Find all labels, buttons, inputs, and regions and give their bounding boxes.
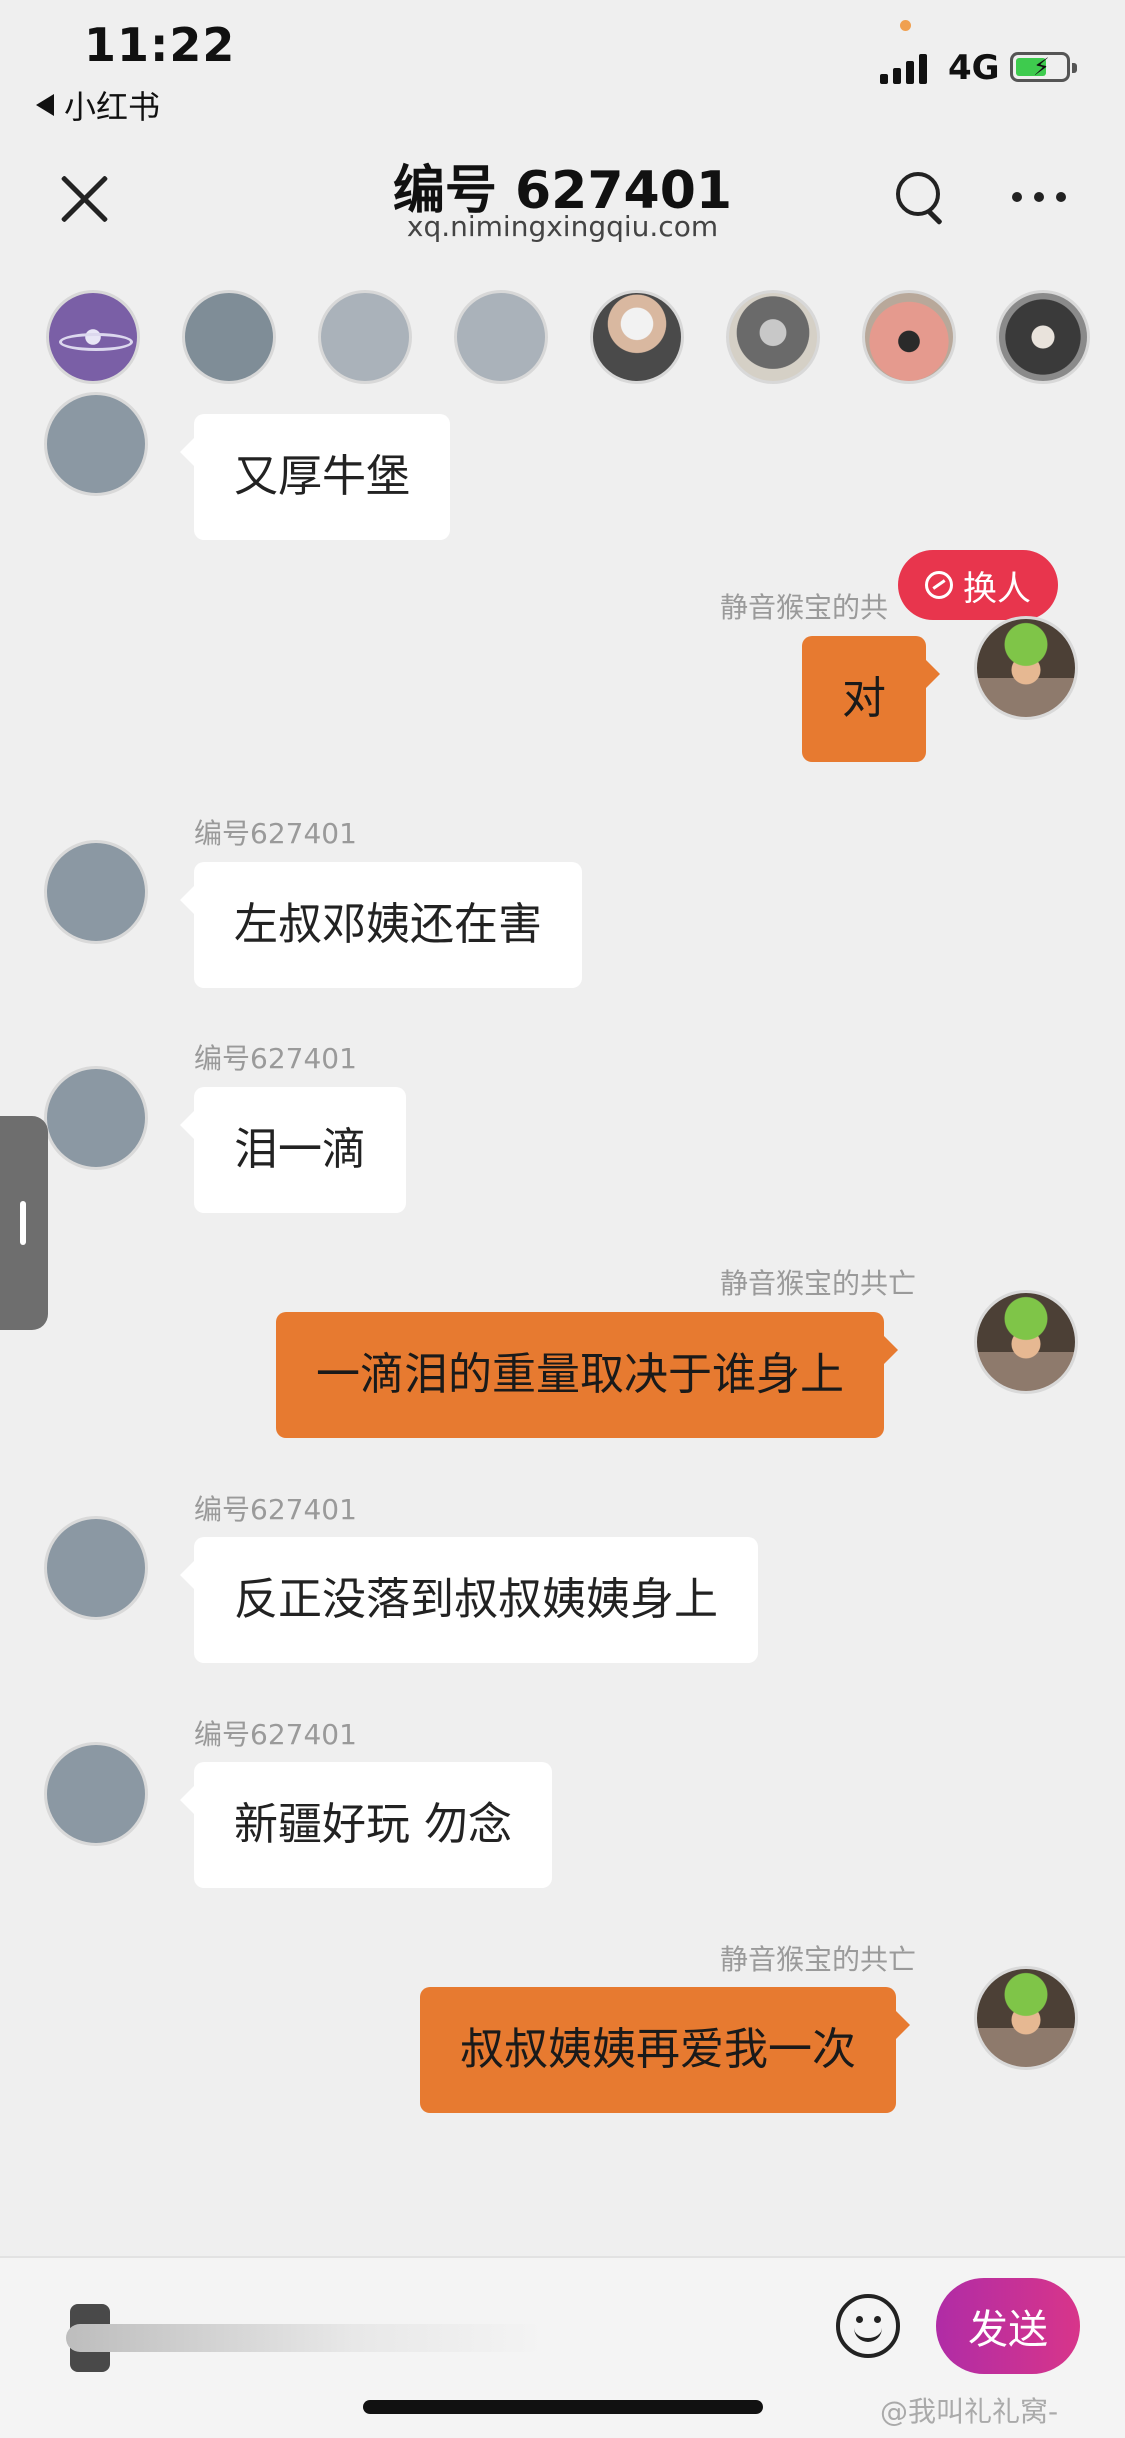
participant-avatar-anime[interactable] [996,290,1090,384]
swap-icon [925,571,953,599]
message-bubble[interactable]: 新疆好玩 勿念 [180,1762,552,1888]
back-triangle-icon [36,94,54,116]
message-bubble[interactable]: 又厚牛堡 [180,414,450,540]
watermark: @我叫礼礼窝- [880,2395,1059,2428]
sender-avatar[interactable] [44,840,148,944]
page-subtitle: xq.nimingxingqiu.com [406,210,719,243]
sender-name: 编号627401 [194,1493,357,1526]
message-bubble-mine[interactable]: 叔叔姨姨再爱我一次 [420,1987,910,2113]
sender-avatar[interactable] [44,392,148,496]
participant-avatar-mask[interactable] [862,290,956,384]
input-blurred-text [66,2324,546,2352]
privacy-indicator-icon [900,20,911,31]
status-time: 11:22 [84,18,236,72]
back-app-label: 小红书 [64,88,161,126]
participant-avatar[interactable] [454,290,548,384]
send-button[interactable]: 发送 [936,2278,1080,2374]
message-bubble-mine[interactable]: 对 [802,636,940,762]
signal-icon [880,52,927,84]
sender-avatar[interactable] [44,1066,148,1170]
sender-avatar[interactable] [44,1742,148,1846]
battery-icon: ⚡ [1010,52,1077,82]
participant-avatar[interactable] [318,290,412,384]
sender-name: 静音猴宝的共亡 [720,1267,917,1300]
participant-avatar-chef[interactable] [590,290,684,384]
participant-strip [0,290,1125,390]
back-to-app-link[interactable]: 小红书 [36,82,160,128]
message-bubble-mine[interactable]: 一滴泪的重量取决于谁身上 [276,1312,898,1438]
my-avatar[interactable] [974,616,1078,720]
swap-person-button[interactable]: 换人 [898,550,1058,620]
emoji-button[interactable] [836,2294,900,2358]
participant-avatar[interactable] [182,290,276,384]
my-avatar[interactable] [974,1966,1078,2070]
message-bubble[interactable]: 泪一滴 [180,1087,406,1213]
search-button[interactable] [896,172,946,226]
more-options-button[interactable] [1012,192,1066,202]
sender-name: 编号627401 [194,1718,357,1751]
message-bubble[interactable]: 左叔邓姨还在害 [180,862,582,988]
participant-avatar-planet[interactable] [46,290,140,384]
message-input[interactable] [30,2298,830,2378]
participant-avatar-hoodie[interactable] [726,290,820,384]
sender-name: 静音猴宝的共 [720,591,889,624]
sender-name: 编号627401 [194,1042,357,1075]
sender-avatar[interactable] [44,1516,148,1620]
side-drawer-handle[interactable] [0,1116,48,1330]
search-icon [896,172,940,216]
sender-name: 编号627401 [194,817,357,850]
my-avatar[interactable] [974,1290,1078,1394]
network-label: 4G [948,48,1000,88]
message-bubble[interactable]: 反正没落到叔叔姨姨身上 [180,1537,758,1663]
home-indicator[interactable] [363,2400,763,2414]
swap-label: 换人 [963,568,1031,609]
sender-name: 静音猴宝的共亡 [720,1943,917,1976]
